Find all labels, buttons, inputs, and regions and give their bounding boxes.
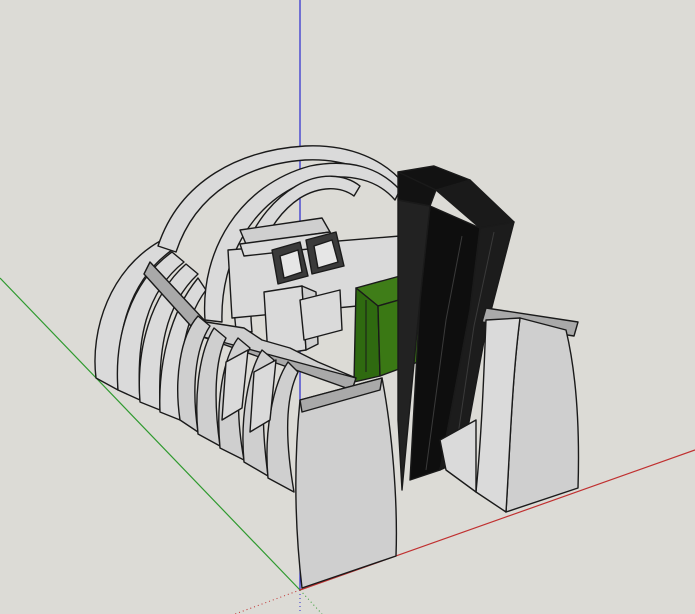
model-canvas[interactable] [0,0,695,614]
x-axis-dotted [234,589,301,614]
front-panel [295,377,398,589]
y-axis-dotted [299,589,323,614]
sketchup-viewport[interactable] [0,0,695,614]
